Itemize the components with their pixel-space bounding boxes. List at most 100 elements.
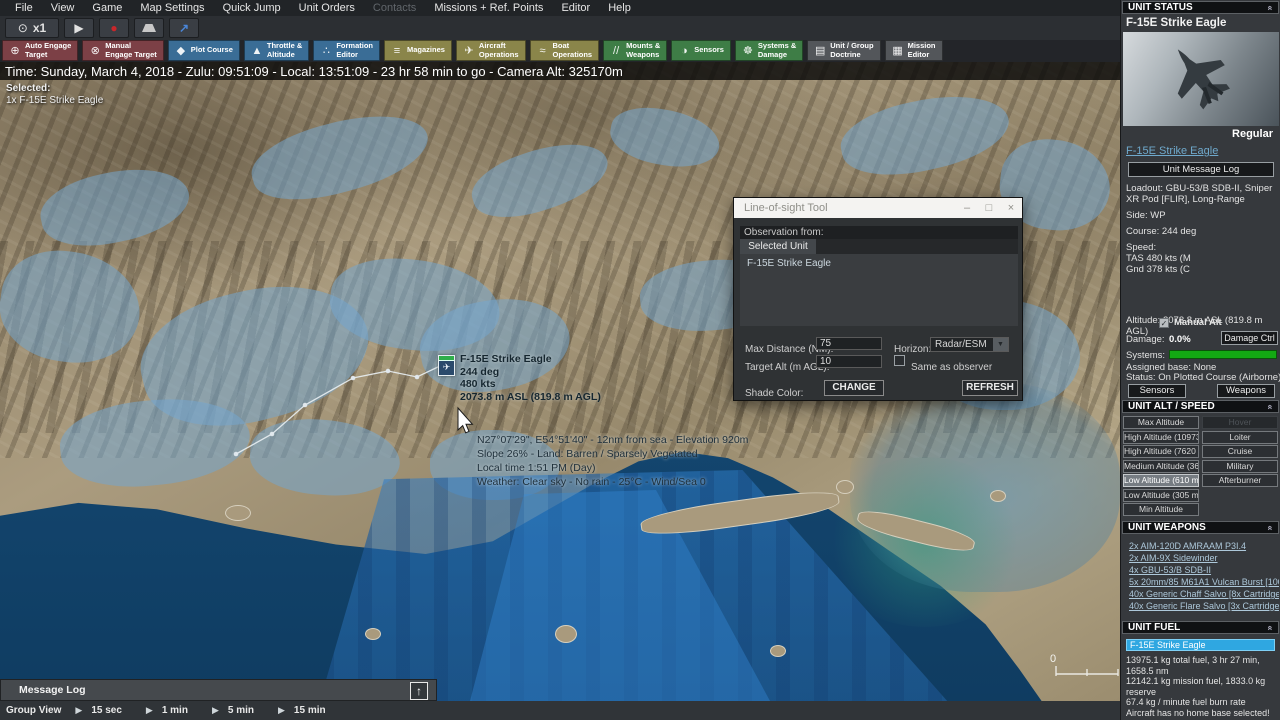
close-icon[interactable]: ×: [1000, 202, 1022, 214]
unit-course: Course: 244 deg: [1126, 226, 1197, 237]
proficiency-badge: Regular: [1232, 128, 1273, 140]
sensors-panel-button[interactable]: Sensors: [1128, 384, 1186, 398]
boat-operations-button[interactable]: ≈ Boat Operations: [529, 40, 600, 61]
formation-editor-icon: ∴: [322, 45, 330, 57]
alt-medium-3658-button[interactable]: Medium Altitude (3658: [1123, 459, 1199, 473]
group-view-button[interactable]: Group View: [6, 705, 61, 716]
same-as-observer-checkbox[interactable]: [894, 355, 905, 366]
manual-alt-label: Manual Alt: [1174, 317, 1222, 328]
mounts-weapons-icon: //: [613, 44, 620, 57]
weapon-link-sidewinder[interactable]: 2x AIM-9X Sidewinder: [1129, 552, 1279, 564]
manual-engage-target-button[interactable]: ⊗ Manual Engage Target: [82, 40, 164, 61]
alt-high-7620-button[interactable]: High Altitude (7620 m): [1123, 445, 1199, 458]
menu-quick-jump[interactable]: Quick Jump: [214, 2, 290, 14]
message-log-bar[interactable]: Message Log ↑: [0, 679, 437, 701]
weapon-link-sdb[interactable]: 4x GBU-53/B SDB-II: [1129, 564, 1279, 576]
plot-course-icon: ◆: [176, 45, 186, 57]
recorder-panel-button[interactable]: [134, 18, 164, 38]
weapon-link-chaff[interactable]: 40x Generic Chaff Salvo [8x Cartridges]: [1129, 588, 1279, 600]
menu-help[interactable]: Help: [599, 2, 640, 14]
button-label: Weapons: [626, 49, 660, 59]
change-button[interactable]: CHANGE: [824, 380, 884, 396]
sim-speed-button[interactable]: ⊙ x1: [5, 18, 59, 38]
maximize-icon[interactable]: □: [978, 202, 1000, 214]
alt-low-610-button[interactable]: Low Altitude (610 m): [1123, 474, 1199, 487]
menu-view[interactable]: View: [42, 2, 84, 14]
minimize-icon[interactable]: –: [956, 202, 978, 214]
throttle-military-button[interactable]: Military: [1202, 459, 1278, 473]
throttle-altitude-button[interactable]: ▲ Throttle & Altitude: [243, 40, 310, 61]
step-1min-label[interactable]: 1 min: [162, 705, 188, 716]
button-label: Sensors: [694, 45, 724, 55]
bookmark-pin-button[interactable]: ↗: [169, 18, 199, 38]
target-alt-input[interactable]: [816, 355, 882, 368]
observer-listbox[interactable]: F-15E Strike Eagle: [740, 254, 1018, 326]
sensors-button[interactable]: ◑ Sensors: [671, 40, 731, 61]
mounts-weapons-button[interactable]: // Mounts & Weapons: [603, 40, 668, 61]
step-1min-icon[interactable]: ▶: [146, 705, 153, 716]
unit-status-header[interactable]: UNIT STATUS «: [1122, 1, 1279, 14]
unit-photo: [1123, 32, 1279, 126]
alt-low-305-button[interactable]: Low Altitude (305 m): [1123, 488, 1199, 502]
alt-max-button[interactable]: Max Altitude: [1123, 416, 1199, 429]
aircraft-operations-button[interactable]: ✈ Aircraft Operations: [455, 40, 526, 61]
collapse-icon[interactable]: «: [1265, 525, 1275, 530]
message-log-expand-button[interactable]: ↑: [410, 682, 428, 700]
unit-group-doctrine-button[interactable]: ▤ Unit / Group Doctrine: [807, 40, 881, 61]
unit-db-link[interactable]: F-15E Strike Eagle: [1126, 145, 1218, 157]
unit-icon[interactable]: ✈: [438, 355, 455, 376]
unit-side: Side: WP: [1126, 210, 1166, 221]
weapons-panel-button[interactable]: Weapons: [1217, 384, 1275, 398]
menu-map-settings[interactable]: Map Settings: [131, 2, 213, 14]
horizon-dropdown[interactable]: Radar/ESM ▼: [930, 337, 1009, 352]
step-15min-label[interactable]: 15 min: [294, 705, 326, 716]
collapse-icon[interactable]: «: [1265, 404, 1275, 409]
menu-unit-orders[interactable]: Unit Orders: [290, 2, 364, 14]
fuel-burn-rate: 67.4 kg / minute fuel burn rate: [1126, 697, 1246, 707]
throttle-afterburner-button[interactable]: Afterburner: [1202, 474, 1278, 487]
tab-selected-unit[interactable]: Selected Unit: [740, 239, 816, 254]
weapon-link-flare[interactable]: 40x Generic Flare Salvo [3x Cartridges, …: [1129, 600, 1279, 612]
button-label: Editor: [907, 49, 930, 59]
unit-weapons-header[interactable]: UNIT WEAPONS «: [1122, 521, 1279, 534]
refresh-button[interactable]: REFRESH: [962, 380, 1018, 396]
plot-course-button[interactable]: ◆ Plot Course: [167, 40, 240, 61]
magazines-button[interactable]: ≡ Magazines: [383, 40, 452, 61]
systems-health-bar: [1169, 350, 1277, 359]
alt-high-10973-button[interactable]: High Altitude (10973 m: [1123, 430, 1199, 444]
run-pause-button[interactable]: ▶: [64, 18, 94, 38]
step-5min-icon[interactable]: ▶: [212, 705, 219, 716]
auto-engage-target-button[interactable]: ⊕ Auto Engage Target: [2, 40, 79, 61]
step-15sec-label[interactable]: 15 sec: [91, 705, 122, 716]
menu-missions-ref-points[interactable]: Missions + Ref. Points: [425, 2, 552, 14]
throttle-loiter-button[interactable]: Loiter: [1202, 430, 1278, 444]
manual-alt-checkbox[interactable]: ✓: [1159, 317, 1169, 328]
unit-alt-speed-header[interactable]: UNIT ALT / SPEED «: [1122, 400, 1279, 413]
step-15sec-icon[interactable]: ▶: [75, 705, 82, 716]
unit-message-log-button[interactable]: Unit Message Log: [1128, 162, 1274, 177]
collapse-icon[interactable]: «: [1265, 625, 1275, 630]
dialog-title-bar[interactable]: Line-of-sight Tool – □ ×: [734, 198, 1022, 218]
observer-list-item[interactable]: F-15E Strike Eagle: [740, 254, 1018, 269]
step-15min-icon[interactable]: ▶: [278, 705, 285, 716]
island: [365, 628, 381, 640]
menu-editor[interactable]: Editor: [552, 2, 599, 14]
systems-label: Systems:: [1126, 350, 1166, 361]
damage-ctrl-button[interactable]: Damage Ctrl: [1221, 331, 1278, 345]
weapon-link-amraam[interactable]: 2x AIM-120D AMRAAM P3I.4: [1129, 540, 1279, 552]
menu-game[interactable]: Game: [83, 2, 131, 14]
unit-fuel-header[interactable]: UNIT FUEL «: [1122, 621, 1279, 634]
record-button[interactable]: ●: [99, 18, 129, 38]
step-5min-label[interactable]: 5 min: [228, 705, 254, 716]
fuel-selected-unit[interactable]: F-15E Strike Eagle: [1126, 639, 1275, 651]
observation-from-label: Observation from:: [740, 226, 1018, 239]
max-distance-input[interactable]: [816, 337, 882, 350]
systems-damage-button[interactable]: ☸ Systems & Damage: [734, 40, 804, 61]
alt-min-button[interactable]: Min Altitude: [1123, 503, 1199, 516]
weapon-link-vulcan[interactable]: 5x 20mm/85 M61A1 Vulcan Burst [100 rnds: [1129, 576, 1279, 588]
throttle-cruise-button[interactable]: Cruise: [1202, 445, 1278, 458]
formation-editor-button[interactable]: ∴ Formation Editor: [313, 40, 380, 61]
mission-editor-button[interactable]: ▦ Mission Editor: [884, 40, 943, 61]
collapse-icon[interactable]: «: [1265, 5, 1275, 10]
menu-file[interactable]: File: [6, 2, 42, 14]
